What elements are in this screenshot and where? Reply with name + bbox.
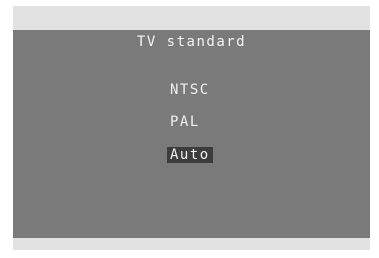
menu-option-ntsc[interactable]: NTSC [167,82,213,98]
menu-option-pal[interactable]: PAL [167,114,203,130]
tv-standard-menu-panel: TV standard NTSC PAL Auto [13,30,370,238]
menu-title: TV standard [136,34,247,50]
menu-option-auto[interactable]: Auto [167,147,213,163]
